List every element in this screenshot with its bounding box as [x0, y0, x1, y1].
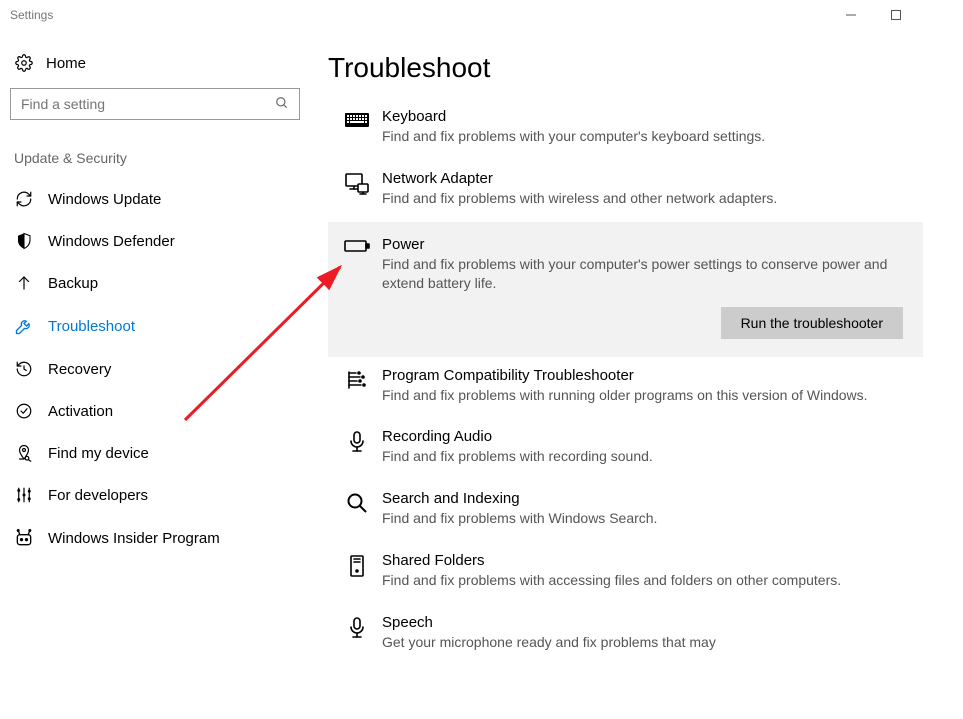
sidebar-item-recovery[interactable]: Recovery	[10, 348, 300, 390]
troubleshoot-item-speech[interactable]: Speech Get your microphone ready and fix …	[328, 604, 923, 666]
troubleshoot-item-title: Search and Indexing	[382, 490, 909, 507]
tower-icon	[342, 552, 372, 590]
troubleshoot-item-keyboard[interactable]: Keyboard Find and fix problems with your …	[328, 98, 923, 160]
troubleshoot-item-desc: Get your microphone ready and fix proble…	[382, 633, 909, 652]
backup-icon	[14, 274, 34, 292]
troubleshoot-item-desc: Find and fix problems with recording sou…	[382, 447, 909, 466]
refresh-icon	[14, 190, 34, 208]
sidebar-item-label: Backup	[48, 275, 98, 292]
section-header: Update & Security	[10, 148, 300, 178]
sidebar: Home Update & Security Windows Update Win…	[0, 30, 310, 719]
troubleshoot-item-network-adapter[interactable]: Network Adapter Find and fix problems wit…	[328, 160, 923, 222]
sidebar-item-label: For developers	[48, 487, 148, 504]
developers-icon	[14, 486, 34, 504]
main-content: Troubleshoot Keyboard Find and fix proble…	[310, 30, 963, 719]
titlebar: Settings	[0, 0, 963, 30]
sidebar-item-activation[interactable]: Activation	[10, 390, 300, 432]
sidebar-item-label: Recovery	[48, 361, 111, 378]
troubleshoot-item-desc: Find and fix problems with accessing fil…	[382, 571, 909, 590]
home-button[interactable]: Home	[10, 44, 300, 88]
microphone-icon	[342, 428, 372, 466]
troubleshoot-item-title: Program Compatibility Troubleshooter	[382, 367, 909, 384]
window-title: Settings	[10, 8, 53, 22]
sidebar-item-label: Windows Defender	[48, 233, 175, 250]
window-controls	[828, 0, 963, 30]
troubleshoot-item-title: Power	[382, 236, 909, 253]
troubleshoot-item-desc: Find and fix problems with your computer…	[382, 127, 909, 146]
gear-icon	[14, 54, 34, 72]
troubleshoot-item-title: Shared Folders	[382, 552, 909, 569]
minimize-button[interactable]	[828, 0, 873, 30]
sidebar-item-troubleshoot[interactable]: Troubleshoot	[10, 304, 300, 348]
sidebar-item-windows-update[interactable]: Windows Update	[10, 178, 300, 220]
troubleshoot-item-recording-audio[interactable]: Recording Audio Find and fix problems wit…	[328, 418, 923, 480]
sidebar-item-label: Activation	[48, 403, 113, 420]
sidebar-item-find-my-device[interactable]: Find my device	[10, 432, 300, 474]
sidebar-item-for-developers[interactable]: For developers	[10, 474, 300, 516]
search-icon	[275, 96, 289, 113]
compatibility-icon	[342, 367, 372, 405]
insider-icon	[14, 528, 34, 548]
sidebar-item-label: Find my device	[48, 445, 149, 462]
search-input[interactable]	[10, 88, 300, 120]
shield-icon	[14, 232, 34, 250]
sidebar-item-windows-defender[interactable]: Windows Defender	[10, 220, 300, 262]
troubleshoot-item-title: Keyboard	[382, 108, 909, 125]
troubleshoot-item-search-and-indexing[interactable]: Search and Indexing Find and fix problems…	[328, 480, 923, 542]
troubleshoot-item-title: Recording Audio	[382, 428, 909, 445]
troubleshoot-item-desc: Find and fix problems with wireless and …	[382, 189, 909, 208]
troubleshoot-item-title: Speech	[382, 614, 909, 631]
location-icon	[14, 444, 34, 462]
sidebar-item-label: Troubleshoot	[48, 318, 135, 335]
sidebar-item-label: Windows Insider Program	[48, 530, 220, 547]
network-icon	[342, 170, 372, 208]
troubleshoot-item-desc: Find and fix problems with running older…	[382, 386, 909, 405]
recovery-icon	[14, 360, 34, 378]
maximize-button[interactable]	[873, 0, 918, 30]
keyboard-icon	[342, 108, 372, 146]
microphone-icon	[342, 614, 372, 652]
troubleshoot-item-shared-folders[interactable]: Shared Folders Find and fix problems with…	[328, 542, 923, 604]
sidebar-item-backup[interactable]: Backup	[10, 262, 300, 304]
home-label: Home	[46, 55, 86, 72]
check-circle-icon	[14, 402, 34, 420]
troubleshoot-item-desc: Find and fix problems with your computer…	[382, 255, 909, 293]
search-field[interactable]	[21, 96, 275, 112]
sidebar-item-label: Windows Update	[48, 191, 161, 208]
wrench-icon	[14, 316, 34, 336]
sidebar-item-windows-insider-program[interactable]: Windows Insider Program	[10, 516, 300, 560]
page-title: Troubleshoot	[328, 52, 923, 84]
troubleshoot-item-power[interactable]: Power Find and fix problems with your com…	[328, 222, 923, 357]
run-troubleshooter-button[interactable]: Run the troubleshooter	[721, 307, 903, 339]
troubleshoot-item-program-compatibility-troubleshooter[interactable]: Program Compatibility Troubleshooter Find…	[328, 357, 923, 419]
troubleshoot-item-desc: Find and fix problems with Windows Searc…	[382, 509, 909, 528]
search-icon	[342, 490, 372, 528]
troubleshoot-item-title: Network Adapter	[382, 170, 909, 187]
battery-icon	[342, 236, 372, 339]
